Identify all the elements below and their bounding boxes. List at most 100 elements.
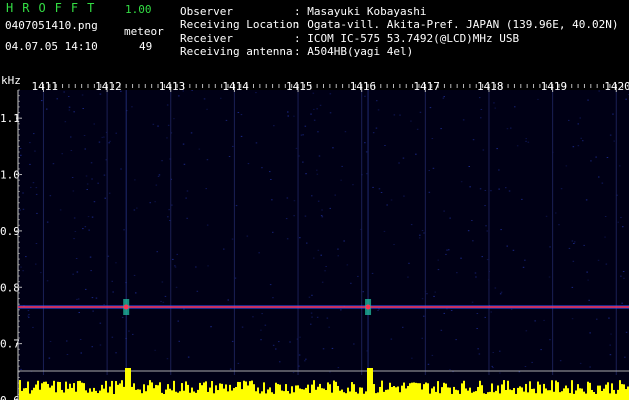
noise-speck	[506, 245, 508, 247]
noise-speck	[155, 184, 158, 186]
noise-speck	[496, 148, 498, 150]
activity-bar	[167, 384, 169, 400]
noise-speck	[134, 179, 136, 181]
noise-speck	[329, 371, 331, 373]
noise-speck	[101, 136, 103, 138]
activity-bar	[505, 389, 507, 400]
noise-speck	[99, 344, 102, 346]
activity-bar	[231, 390, 233, 400]
activity-bar	[197, 389, 199, 400]
noise-speck	[316, 316, 319, 318]
noise-speck	[85, 288, 87, 290]
noise-speck	[624, 356, 626, 358]
activity-bar	[277, 384, 279, 400]
noise-speck	[565, 165, 568, 167]
activity-bar	[431, 388, 433, 400]
activity-bar	[485, 393, 487, 400]
activity-bar	[233, 388, 235, 400]
noise-speck	[423, 315, 425, 317]
noise-speck	[272, 297, 274, 299]
noise-speck	[273, 125, 275, 127]
noise-speck	[88, 229, 90, 231]
noise-speck	[589, 366, 591, 368]
noise-speck	[166, 104, 169, 106]
plot-area	[18, 90, 629, 400]
noise-speck	[321, 216, 324, 218]
noise-speck	[472, 240, 474, 242]
y-tick-label: 1.1	[0, 112, 20, 125]
x-tick-label: 1415	[286, 80, 313, 93]
activity-bar	[27, 381, 29, 400]
noise-speck	[206, 159, 209, 161]
activity-bar	[541, 393, 543, 400]
noise-speck	[568, 247, 571, 249]
activity-bar	[203, 382, 205, 400]
noise-speck	[171, 204, 173, 206]
noise-speck	[510, 127, 512, 129]
noise-speck	[481, 256, 483, 258]
noise-speck	[187, 356, 190, 358]
noise-speck	[286, 238, 289, 240]
activity-bar	[517, 387, 519, 400]
activity-bar	[555, 380, 557, 400]
noise-speck	[97, 182, 99, 184]
activity-bar	[65, 381, 67, 400]
activity-bar	[213, 393, 215, 400]
noise-speck	[293, 200, 296, 202]
activity-bar	[435, 391, 437, 400]
noise-speck	[317, 200, 320, 202]
activity-bar	[61, 389, 63, 400]
noise-speck	[579, 362, 582, 364]
noise-speck	[258, 252, 260, 254]
activity-bar	[323, 388, 325, 400]
noise-speck	[571, 286, 574, 288]
noise-speck	[609, 354, 612, 356]
noise-speck	[586, 271, 588, 273]
activity-bar	[343, 392, 345, 400]
noise-speck	[540, 349, 542, 351]
noise-speck	[22, 208, 25, 210]
noise-speck	[255, 142, 258, 144]
activity-bar	[25, 388, 27, 400]
noise-speck	[261, 313, 263, 315]
activity-bar	[89, 388, 91, 400]
noise-speck	[608, 317, 610, 319]
noise-speck	[269, 171, 271, 173]
noise-speck	[20, 368, 22, 370]
activity-bar	[189, 392, 191, 400]
activity-bar	[79, 380, 81, 400]
activity-bar	[209, 387, 211, 400]
noise-speck	[76, 271, 79, 273]
noise-speck	[246, 235, 249, 237]
activity-bar	[349, 391, 351, 400]
activity-bar	[23, 388, 25, 400]
noise-speck	[486, 230, 488, 232]
activity-bar	[369, 368, 371, 400]
noise-speck	[346, 264, 349, 266]
activity-bar	[313, 380, 315, 400]
noise-speck	[440, 329, 443, 331]
noise-speck	[115, 352, 117, 354]
activity-bar	[49, 387, 51, 400]
noise-speck	[375, 127, 378, 129]
noise-speck	[133, 274, 136, 276]
activity-bar	[229, 384, 231, 400]
noise-speck	[99, 322, 102, 324]
noise-speck	[390, 338, 393, 340]
activity-bar	[157, 385, 159, 400]
noise-speck	[182, 143, 185, 145]
activity-bar	[585, 393, 587, 400]
x-tick-label: 1419	[541, 80, 568, 93]
activity-bar	[529, 381, 531, 400]
noise-speck	[63, 91, 65, 93]
noise-speck	[78, 312, 80, 313]
activity-bar	[371, 368, 373, 400]
activity-bar	[421, 389, 423, 400]
noise-speck	[316, 169, 318, 171]
noise-speck	[241, 326, 244, 328]
noise-speck	[22, 270, 24, 272]
activity-bar	[619, 380, 621, 400]
noise-speck	[410, 224, 413, 226]
activity-bar	[291, 386, 293, 400]
activity-bar	[609, 393, 611, 400]
